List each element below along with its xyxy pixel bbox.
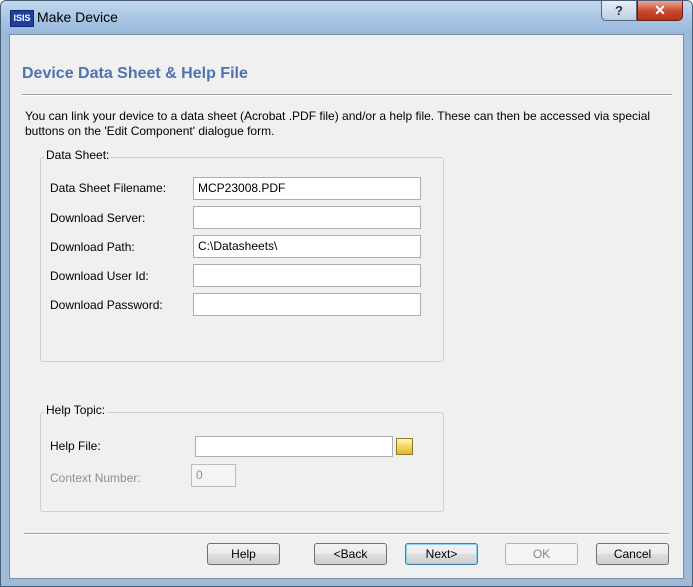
download-user-id-field[interactable] <box>193 264 421 287</box>
download-path-field[interactable]: C:\Datasheets\ <box>193 235 421 258</box>
help-topic-group <box>40 412 444 512</box>
data-sheet-filename-field[interactable]: MCP23008.PDF <box>193 177 421 200</box>
footer-separator <box>24 533 669 535</box>
title-bar[interactable]: ISIS Make Device ? ✕ <box>1 1 692 34</box>
help-file-label: Help File: <box>50 439 101 453</box>
dialog-client-area: Device Data Sheet & Help File You can li… <box>9 34 684 579</box>
page-title: Device Data Sheet & Help File <box>22 65 248 82</box>
download-password-field[interactable] <box>193 293 421 316</box>
download-path-label: Download Path: <box>50 240 135 254</box>
data-sheet-group-title: Data Sheet: <box>44 148 112 162</box>
close-button[interactable]: ✕ <box>637 1 683 21</box>
window-title: Make Device <box>37 9 118 25</box>
data-sheet-filename-label: Data Sheet Filename: <box>50 181 167 195</box>
make-device-window: ISIS Make Device ? ✕ Device Data Sheet &… <box>0 0 693 587</box>
download-server-label: Download Server: <box>50 211 146 225</box>
download-server-field[interactable] <box>193 206 421 229</box>
context-number-field[interactable]: 0 <box>191 464 236 487</box>
download-password-label: Download Password: <box>50 298 163 312</box>
cancel-button[interactable]: Cancel <box>596 543 669 565</box>
wizard-header: Device Data Sheet & Help File <box>10 35 683 94</box>
ok-button[interactable]: OK <box>505 543 578 565</box>
download-user-id-label: Download User Id: <box>50 269 149 283</box>
isis-app-icon: ISIS <box>10 10 34 27</box>
back-button[interactable]: <Back <box>314 543 387 565</box>
next-button[interactable]: Next> <box>405 543 478 565</box>
help-button[interactable]: Help <box>207 543 280 565</box>
page-description: You can link your device to a data sheet… <box>25 109 651 138</box>
help-file-field[interactable] <box>195 436 393 457</box>
header-separator <box>22 94 672 96</box>
context-help-button[interactable]: ? <box>601 1 637 21</box>
help-topic-group-title: Help Topic: <box>44 403 108 417</box>
context-number-label: Context Number: <box>50 471 141 485</box>
browse-folder-icon[interactable] <box>396 438 413 455</box>
